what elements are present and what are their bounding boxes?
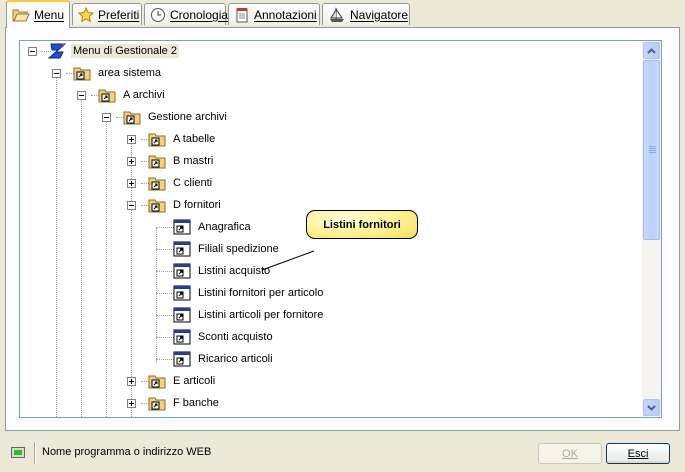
tree-item-program[interactable]: Listini fornitori per articolo bbox=[20, 282, 340, 304]
star-icon bbox=[78, 6, 94, 23]
program-window-icon bbox=[173, 240, 191, 258]
tab-label: Navigatore bbox=[350, 7, 409, 22]
program-window-icon bbox=[173, 218, 191, 236]
callout-text: Listini fornitori bbox=[323, 218, 401, 231]
tree-item-label: Anagrafica bbox=[198, 221, 251, 233]
collapse-icon[interactable] bbox=[52, 69, 61, 78]
folder-shortcut-icon bbox=[148, 174, 166, 192]
ok-button-label: OK bbox=[562, 447, 578, 460]
program-window-icon bbox=[173, 262, 191, 280]
tree-item-program[interactable]: Ricarico articoli bbox=[20, 348, 320, 370]
scroll-thumb[interactable] bbox=[643, 60, 660, 240]
chevron-down-icon bbox=[647, 404, 656, 411]
expand-icon[interactable] bbox=[127, 399, 136, 408]
folder-shortcut-icon bbox=[148, 130, 166, 148]
folder-shortcut-icon bbox=[148, 196, 166, 214]
tree-item-program[interactable]: Listini acquisto bbox=[20, 260, 320, 282]
tree-item-folder[interactable]: A archivi bbox=[20, 84, 220, 106]
tree-item-program[interactable]: Listini articoli per fornitore bbox=[20, 304, 340, 326]
status-led-icon bbox=[11, 447, 25, 458]
tree-item-folder[interactable]: Gestione archivi bbox=[20, 106, 240, 128]
ok-button[interactable]: OK bbox=[538, 443, 602, 464]
status-bar: Nome programma o indirizzo WEB OK Esci bbox=[5, 440, 680, 466]
tree-item-folder[interactable]: E articoli bbox=[20, 370, 240, 392]
tree-item-label: A tabelle bbox=[173, 133, 216, 145]
folder-shortcut-icon bbox=[73, 64, 91, 82]
tree-item-label: E articoli bbox=[173, 375, 216, 387]
sailboat-icon bbox=[328, 6, 346, 23]
tree-item-program[interactable]: Filiali spedizione bbox=[20, 238, 320, 260]
collapse-icon[interactable] bbox=[102, 113, 111, 122]
collapse-icon[interactable] bbox=[28, 47, 37, 56]
tab-label: Cronologia bbox=[170, 7, 229, 22]
tab-cronologia[interactable]: Cronologia bbox=[144, 3, 229, 25]
clock-icon bbox=[150, 7, 166, 23]
tree-item-label: Listini fornitori per articolo bbox=[198, 287, 324, 299]
tab-navigatore[interactable]: Navigatore bbox=[322, 3, 410, 25]
tree-item-folder[interactable]: F banche bbox=[20, 392, 240, 414]
program-window-icon bbox=[173, 328, 191, 346]
tree-root-label: Menu di Gestionale 2 bbox=[71, 44, 179, 58]
status-separator bbox=[34, 442, 36, 464]
status-text: Nome programma o indirizzo WEB bbox=[42, 446, 212, 458]
folder-shortcut-icon bbox=[98, 86, 116, 104]
program-window-icon bbox=[173, 284, 191, 302]
tree-item-label: Listini acquisto bbox=[198, 265, 271, 277]
expand-icon[interactable] bbox=[127, 179, 136, 188]
folder-shortcut-icon bbox=[148, 152, 166, 170]
tree-item-label: B mastri bbox=[173, 155, 214, 167]
tree-item-label: Listini articoli per fornitore bbox=[198, 309, 324, 321]
collapse-icon[interactable] bbox=[77, 91, 86, 100]
folder-shortcut-icon bbox=[123, 108, 141, 126]
tab-label: Preferiti bbox=[98, 7, 140, 22]
tab-label: Annotazioni bbox=[254, 7, 317, 22]
tree-item-label: A archivi bbox=[123, 89, 165, 101]
tree-item-folder[interactable]: B mastri bbox=[20, 150, 240, 172]
program-window-icon bbox=[173, 350, 191, 368]
tab-menu[interactable]: Menu bbox=[6, 0, 70, 28]
esci-button[interactable]: Esci bbox=[606, 443, 670, 464]
program-window-icon bbox=[173, 306, 191, 324]
expand-icon[interactable] bbox=[127, 157, 136, 166]
esci-button-label: Esci bbox=[627, 447, 649, 460]
scroll-down-button[interactable] bbox=[643, 399, 660, 416]
folder-shortcut-icon bbox=[148, 372, 166, 390]
expand-icon[interactable] bbox=[127, 377, 136, 386]
tab-annotazioni[interactable]: Annotazioni bbox=[228, 3, 320, 25]
expand-icon[interactable] bbox=[127, 135, 136, 144]
tree-item-label: F banche bbox=[173, 397, 219, 409]
chevron-up-icon bbox=[647, 47, 656, 54]
tree-item-label: Filiali spedizione bbox=[198, 243, 279, 255]
tree-item-label: D fornitori bbox=[173, 199, 221, 211]
tree-item-folder[interactable]: area sistema bbox=[20, 62, 220, 84]
tree-item-folder[interactable]: A tabelle bbox=[20, 128, 240, 150]
tab-label: Menu bbox=[34, 8, 65, 22]
tree-item-folder[interactable]: C clienti bbox=[20, 172, 240, 194]
folder-shortcut-icon bbox=[148, 394, 166, 412]
scroll-up-button[interactable] bbox=[643, 42, 660, 59]
tree-item-label: Ricarico articoli bbox=[198, 353, 273, 365]
tree-item-program[interactable]: Anagrafica bbox=[20, 216, 320, 238]
tree-item-label: Gestione archivi bbox=[148, 111, 227, 123]
folder-open-icon bbox=[12, 7, 30, 23]
tree-item-label: Sconti acquisto bbox=[198, 331, 273, 343]
callout-balloon: Listini fornitori bbox=[306, 210, 418, 239]
tree-item-label: C clienti bbox=[173, 177, 213, 189]
tree-item-program[interactable]: Sconti acquisto bbox=[20, 326, 320, 348]
vertical-scrollbar[interactable] bbox=[642, 41, 661, 417]
tab-preferiti[interactable]: Preferiti bbox=[72, 3, 142, 25]
tree-item-folder[interactable]: D fornitori bbox=[20, 194, 240, 216]
app-logo-icon bbox=[47, 42, 67, 60]
collapse-icon[interactable] bbox=[127, 201, 136, 210]
tree-item-label: area sistema bbox=[98, 67, 161, 79]
tree-root[interactable]: Menu di Gestionale 2 bbox=[20, 41, 220, 62]
notepad-icon bbox=[234, 7, 250, 23]
